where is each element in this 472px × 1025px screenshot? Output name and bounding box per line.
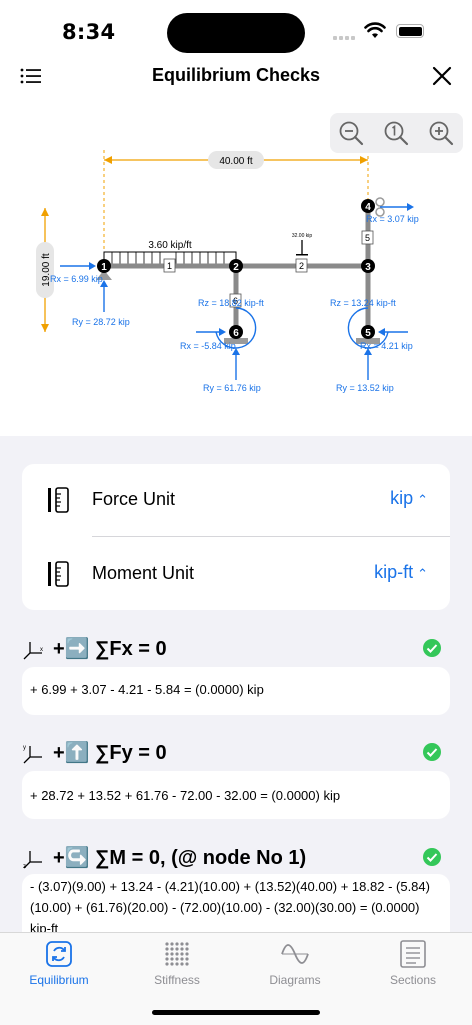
moment-unit-label: Moment Unit bbox=[92, 563, 195, 583]
point-load-label: 32.00 kip bbox=[292, 233, 313, 239]
svg-text:Rz = 18.82 kip-ft: Rz = 18.82 kip-ft bbox=[198, 298, 264, 308]
moment-equation-text: - (3.07)(9.00) + 13.24 - (4.21)(10.00) +… bbox=[30, 879, 430, 934]
tab-stiffness[interactable]: Stiffness bbox=[118, 939, 236, 989]
tab-diagrams[interactable]: Diagrams bbox=[236, 939, 354, 989]
force-unit-select[interactable]: kip ⌃ bbox=[390, 488, 428, 509]
chevron-up-down-icon: ⌃ bbox=[417, 566, 428, 581]
distributed-load-label: 3.60 kip/ft bbox=[148, 240, 192, 251]
svg-text:Ry = 13.52 kip: Ry = 13.52 kip bbox=[336, 383, 394, 393]
chevron-up-down-icon: ⌃ bbox=[417, 492, 428, 507]
svg-text:5: 5 bbox=[365, 233, 370, 243]
check-badge-icon bbox=[423, 639, 441, 657]
check-badge-icon bbox=[423, 848, 441, 866]
node-5-label: 5 bbox=[365, 328, 371, 339]
xyz-axis-icon: z bbox=[23, 851, 42, 870]
battery-icon bbox=[396, 24, 424, 38]
xyz-axis-icon: x bbox=[23, 642, 43, 660]
fx-equation-title: +➡️ ∑Fx = 0 bbox=[53, 638, 167, 660]
node-1-label: 1 bbox=[101, 262, 107, 273]
svg-text:Rz = 13.24 kip-ft: Rz = 13.24 kip-ft bbox=[330, 298, 396, 308]
status-bar: 8:34 bbox=[0, 0, 472, 60]
dot-grid-icon bbox=[165, 942, 189, 966]
status-time: 8:34 bbox=[62, 20, 116, 44]
svg-text:Rx = 4.21 kip: Rx = 4.21 kip bbox=[360, 341, 413, 351]
tab-sections[interactable]: Sections bbox=[354, 939, 472, 989]
tab-sections-label: Sections bbox=[389, 973, 437, 987]
svg-text:Ry = 28.72 kip: Ry = 28.72 kip bbox=[72, 317, 130, 327]
sine-wave-icon bbox=[281, 944, 309, 964]
list-box-icon bbox=[400, 940, 426, 968]
point-load: 32.00 kip bbox=[292, 233, 313, 256]
tab-equilibrium-label: Equilibrium bbox=[29, 973, 89, 987]
dynamic-island bbox=[167, 13, 305, 53]
unit-settings-card: Force Unit kip ⌃ Moment Unit kip-ft ⌃ bbox=[22, 464, 450, 610]
node-4-label: 4 bbox=[365, 202, 371, 213]
fy-equation-text: + 28.72 + 13.52 + 61.76 - 72.00 - 32.00 … bbox=[30, 788, 341, 803]
member-labels: 1 2 5 6 bbox=[163, 230, 374, 308]
fx-equation-card: + 6.99 + 3.07 - 4.21 - 5.84 = (0.0000) k… bbox=[22, 667, 450, 715]
check-badge-icon bbox=[423, 743, 441, 761]
cycle-arrows-icon bbox=[46, 941, 72, 967]
span-dimension-label: 40.00 ft bbox=[219, 156, 253, 167]
svg-text:Rx = 6.99 kip: Rx = 6.99 kip bbox=[50, 274, 103, 284]
tab-stiffness-label: Stiffness bbox=[154, 973, 200, 987]
svg-text:Ry = 61.76 kip: Ry = 61.76 kip bbox=[203, 383, 261, 393]
force-unit-label: Force Unit bbox=[92, 489, 176, 509]
fx-equation-text: + 6.99 + 3.07 - 4.21 - 5.84 = (0.0000) k… bbox=[30, 682, 264, 697]
divider bbox=[92, 536, 450, 537]
navigation-bar: Equilibrium Checks bbox=[0, 60, 472, 92]
page-title: Equilibrium Checks bbox=[151, 65, 321, 85]
svg-text:2: 2 bbox=[299, 261, 304, 271]
moment-equation-card: - (3.07)(9.00) + 13.24 - (4.21)(10.00) +… bbox=[22, 874, 450, 934]
ruler-icon bbox=[48, 487, 69, 513]
zoom-controls bbox=[330, 113, 463, 153]
svg-text:Rx = 3.07 kip: Rx = 3.07 kip bbox=[366, 214, 419, 224]
tab-equilibrium[interactable]: Equilibrium bbox=[0, 939, 118, 989]
node-3-label: 3 bbox=[365, 262, 371, 273]
node-6-label: 6 bbox=[233, 328, 239, 339]
moment-unit-row[interactable]: Moment Unit kip-ft ⌃ bbox=[22, 538, 450, 610]
xyz-axis-icon: y bbox=[23, 745, 42, 764]
fy-equation-title: +⬆️ ∑Fy = 0 bbox=[53, 742, 167, 764]
wifi-icon bbox=[364, 22, 386, 38]
moment-unit-select[interactable]: kip-ft ⌃ bbox=[374, 562, 428, 583]
svg-text:y: y bbox=[23, 745, 26, 751]
zoom-in-icon[interactable] bbox=[428, 120, 454, 146]
zoom-reset-icon[interactable] bbox=[383, 120, 409, 146]
ruler-icon bbox=[48, 561, 69, 587]
tab-diagrams-label: Diagrams bbox=[269, 973, 321, 987]
svg-text:1: 1 bbox=[167, 261, 172, 271]
moment-equation-title: +↪️ ∑M = 0, (@ node No 1) bbox=[53, 847, 307, 869]
height-dimension: 19.00 ft bbox=[36, 208, 54, 332]
node-2-label: 2 bbox=[233, 262, 239, 273]
span-dimension: 40.00 ft bbox=[103, 150, 369, 262]
fy-equation-header: y +⬆️ ∑Fy = 0 bbox=[22, 738, 450, 768]
fy-equation-card: + 28.72 + 13.52 + 61.76 - 72.00 - 32.00 … bbox=[22, 771, 450, 819]
svg-text:x: x bbox=[40, 647, 43, 653]
fx-equation-header: x +➡️ ∑Fx = 0 bbox=[22, 634, 450, 664]
home-indicator bbox=[152, 1010, 320, 1015]
svg-text:Rx = -5.84 kip: Rx = -5.84 kip bbox=[180, 341, 236, 351]
moment-equation-header: z +↪️ ∑M = 0, (@ node No 1) bbox=[22, 843, 450, 873]
svg-text:z: z bbox=[23, 864, 26, 870]
zoom-out-icon[interactable] bbox=[338, 120, 364, 146]
force-unit-row[interactable]: Force Unit kip ⌃ bbox=[22, 464, 450, 536]
close-icon[interactable] bbox=[430, 64, 454, 88]
